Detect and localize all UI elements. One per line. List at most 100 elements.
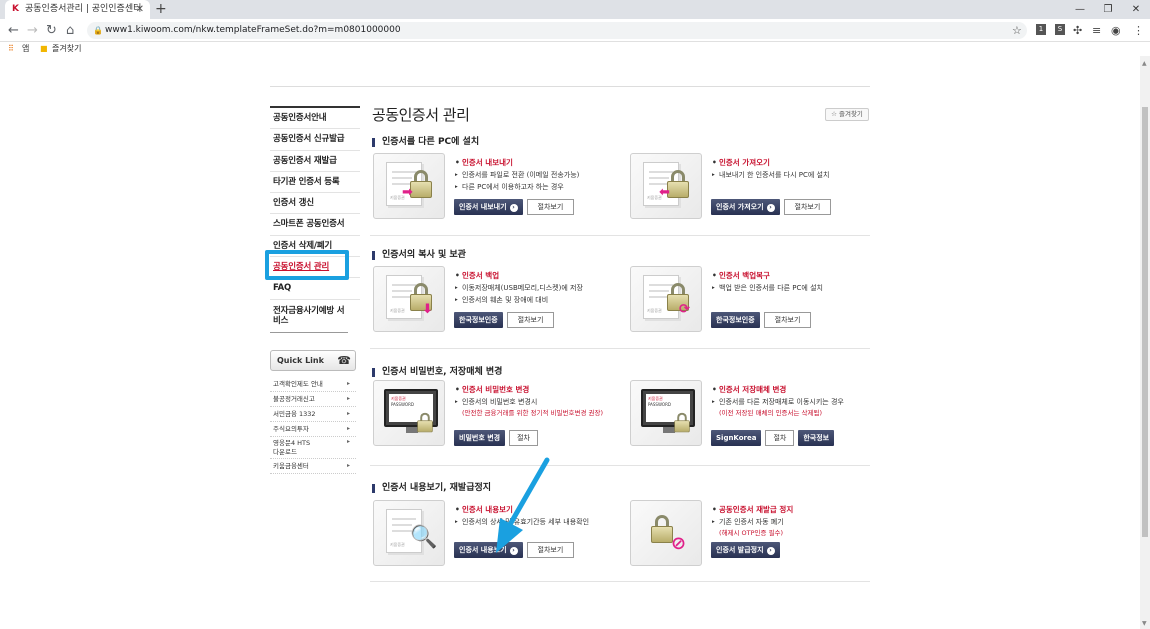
- view-procedure-button[interactable]: 절차보기: [526, 542, 575, 558]
- export-certificate-button[interactable]: 인증서 내보내기 ›: [454, 199, 523, 215]
- bookmarks-bar: ⠿ 앱 ■ 즐겨찾기: [0, 42, 1150, 56]
- export-illustration: 키움증권 ➡: [373, 153, 445, 219]
- sidebar-item[interactable]: 공동인증서 신규발급: [270, 129, 360, 151]
- extension-1-icon[interactable]: 1: [1036, 24, 1046, 35]
- minimize-icon[interactable]: —: [1066, 0, 1094, 19]
- profile-avatar-icon[interactable]: ◉: [1111, 22, 1121, 39]
- scrollbar[interactable]: ▲ ▼: [1140, 56, 1150, 629]
- quick-link-item[interactable]: 주식요의투자 ▸: [270, 422, 356, 437]
- quick-link-item[interactable]: 영웅문4 HTS 다운로드 ▸: [270, 437, 356, 459]
- quick-link-item[interactable]: 불공정거래신고 ▸: [270, 392, 356, 407]
- close-window-icon[interactable]: ✕: [1122, 0, 1150, 19]
- quick-link-item-label: 키움금융센터: [273, 462, 309, 470]
- download-pink-icon: ⬇: [422, 302, 433, 317]
- view-procedure-button[interactable]: 절차: [765, 430, 795, 446]
- sidebar-item[interactable]: 공동인증서안내: [270, 108, 360, 130]
- korea-info-cert-button[interactable]: 한국정보인증: [454, 312, 503, 328]
- chevron-circle-icon: ›: [766, 204, 775, 212]
- forward-icon[interactable]: →: [27, 22, 38, 39]
- import-certificate-button[interactable]: 인증서 가져오기 ›: [711, 199, 780, 215]
- maximize-icon[interactable]: ❐: [1094, 0, 1122, 19]
- card-bullet: 인증서의 상세 및 유효기간등 세부 내용확인: [454, 516, 619, 528]
- prohibited-icon: ⊘: [671, 533, 687, 554]
- sidebar-item[interactable]: 스마트폰 공동인증서: [270, 214, 360, 236]
- sidebar-item[interactable]: 타기관 인증서 등록: [270, 172, 360, 194]
- suspend-issuance-button[interactable]: 인증서 발급정지 ›: [711, 542, 780, 558]
- monitor-label: PASSWORD: [391, 402, 414, 407]
- favorite-label: 즐겨찾기: [838, 110, 863, 118]
- arrow-right-icon: ▸: [346, 380, 350, 387]
- change-password-button[interactable]: 비밀번호 변경: [454, 430, 506, 446]
- korea-info-button[interactable]: 한국정보: [798, 430, 835, 446]
- card-suspend-reissue: ⊘ 공동인증서 재발급 정지 기존 인증서 자동 폐기 (해제시 OTP인증 필…: [627, 500, 872, 566]
- card-bullet: 내보내기 한 인증서를 다시 PC에 설치: [711, 169, 876, 181]
- menu-dots-icon[interactable]: ⋮: [1133, 22, 1144, 39]
- new-tab-icon[interactable]: +: [155, 0, 167, 19]
- quick-link-item[interactable]: 고객확인제도 안내 ▸: [270, 377, 356, 392]
- card-bullet: 인증서를 파일로 전환 (이메일 전송가능): [454, 169, 619, 181]
- browser-tab[interactable]: K 공동인증서관리 | 공인인증센터 ✕: [5, 0, 150, 19]
- quick-link-button[interactable]: Quick Link ☎: [270, 350, 356, 371]
- backup-illustration: 키움증권 ⬇: [373, 266, 445, 332]
- apps-grid-icon[interactable]: ⠿: [8, 42, 14, 56]
- card-bullet: 이동저장매체(USB메모리,디스켓)에 저장: [454, 282, 619, 294]
- reload-icon[interactable]: ↻: [46, 22, 57, 39]
- card-note: (해제시 OTP인증 필수): [719, 529, 784, 537]
- tab-title: 공동인증서관리 | 공인인증센터: [25, 4, 142, 14]
- card-title: 인증서 비밀번호 변경: [454, 384, 619, 396]
- korea-info-cert-button[interactable]: 한국정보인증: [711, 312, 760, 328]
- restore-cycle-pink-icon: ⟳: [679, 302, 690, 317]
- arrow-right-icon: ▸: [346, 462, 350, 469]
- extension-s-icon[interactable]: S: [1055, 24, 1065, 35]
- quick-link-item[interactable]: 서민금융 1332 ▸: [270, 407, 356, 422]
- quick-link-item[interactable]: 키움금융센터 ▸: [270, 459, 356, 474]
- card-backup: 키움증권 ⬇ 인증서 백업 이동저장매체(USB메모리,디스켓)에 저장 인증서…: [370, 266, 615, 332]
- lock-icon: [667, 170, 689, 200]
- bookmark-favorites[interactable]: 즐겨찾기: [52, 42, 81, 56]
- star-icon[interactable]: ☆: [1012, 22, 1022, 39]
- reading-list-icon[interactable]: ≡: [1092, 22, 1101, 39]
- tab-close-icon[interactable]: ✕: [136, 0, 144, 19]
- back-icon[interactable]: ←: [8, 22, 19, 39]
- card-note: (안전한 금융거래를 위한 정기적 비밀번호변경 권장): [462, 409, 603, 417]
- sidebar-item[interactable]: 공동인증서 재발급: [270, 151, 360, 172]
- quick-link-title: Quick Link: [277, 356, 324, 365]
- url-text: www1.kiwoom.com/nkw.templateFrameSet.do?…: [105, 25, 401, 35]
- sidebar: 공동인증서안내 공동인증서 신규발급 공동인증서 재발급 타기관 인증서 등록 …: [270, 106, 360, 333]
- sidebar-item[interactable]: FAQ: [270, 278, 360, 300]
- button-label: 한국정보인증: [459, 316, 498, 324]
- view-procedure-button[interactable]: 절차보기: [526, 199, 575, 215]
- card-media-change: 키움증권PASSWORD 인증서 저장매체 변경 인증서를 다른 저장매체로 이…: [627, 380, 872, 446]
- url-input[interactable]: 🔒 www1.kiwoom.com/nkw.templateFrameSet.d…: [87, 22, 1027, 39]
- view-certificate-button[interactable]: 인증서 내용보기 ›: [454, 542, 523, 558]
- scroll-up-icon[interactable]: ▲: [1142, 60, 1147, 67]
- view-procedure-button[interactable]: 절차보기: [783, 199, 832, 215]
- arrow-right-pink-icon: ➡: [402, 185, 413, 200]
- view-illustration: 키움증권 🔍: [373, 500, 445, 566]
- sidebar-item[interactable]: 전자금융사기예방 서비스: [270, 300, 348, 333]
- quick-link-item-label: 영웅문4 HTS 다운로드: [273, 439, 311, 456]
- home-icon[interactable]: ⌂: [66, 22, 74, 39]
- password-illustration: 키움증권 PASSWORD: [373, 380, 445, 446]
- restore-illustration: 키움증권 ⟳: [630, 266, 702, 332]
- favorite-button[interactable]: ☆ 즐겨찾기: [825, 108, 869, 121]
- scrollbar-thumb[interactable]: [1142, 107, 1148, 537]
- arrow-right-icon: ▸: [346, 395, 350, 402]
- section-heading: 인증서의 복사 및 보관: [372, 251, 466, 260]
- view-procedure-button[interactable]: 절차: [509, 430, 538, 446]
- quick-link-item-label: 주식요의투자: [273, 425, 309, 433]
- extensions-puzzle-icon[interactable]: ✣: [1073, 22, 1082, 39]
- button-label: 비밀번호 변경: [459, 434, 501, 442]
- button-label: SignKorea: [716, 434, 757, 442]
- signkorea-button[interactable]: SignKorea: [711, 430, 762, 446]
- view-procedure-button[interactable]: 절차보기: [763, 312, 812, 328]
- bookmark-apps[interactable]: 앱: [22, 42, 29, 56]
- sidebar-item[interactable]: 인증서 갱신: [270, 193, 360, 215]
- card-title: 공동인증서 재발급 정지: [711, 504, 876, 516]
- button-label: 한국정보: [803, 434, 830, 442]
- magnifier-icon: 🔍: [410, 525, 438, 550]
- card-bullet: 인증서의 훼손 및 장애에 대비: [454, 294, 619, 306]
- card-import: 키움증권 ⬅ 인증서 가져오기 내보내기 한 인증서를 다시 PC에 설치 인증…: [627, 153, 872, 219]
- view-procedure-button[interactable]: 절차보기: [506, 312, 555, 328]
- scroll-down-icon[interactable]: ▼: [1142, 620, 1147, 627]
